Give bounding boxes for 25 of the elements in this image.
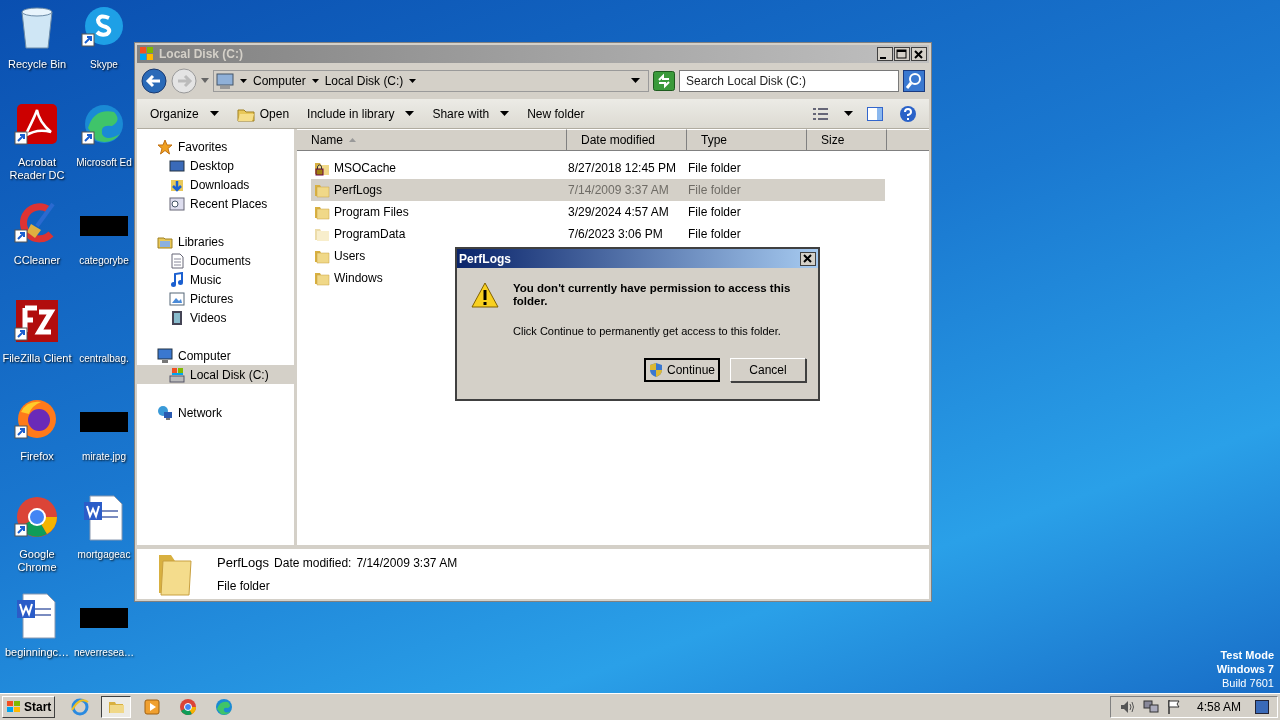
dialog-hint: Click Continue to permanently get access to this folder. [513, 324, 782, 339]
date-modified: 3/29/2024 4:57 AM [568, 204, 670, 221]
file-type: File folder [688, 182, 742, 199]
date-modified: 7/6/2023 3:06 PM [568, 226, 664, 243]
file-type: File folder [217, 577, 271, 595]
file-name: Users [334, 248, 366, 265]
file-name: MSOCache [334, 160, 397, 177]
date-modified: 7/14/2009 3:37 AM [568, 182, 670, 199]
os-notice-text: Windows 7 [1216, 662, 1274, 676]
date-modified: 8/27/2018 12:45 PM [568, 160, 678, 177]
file-name: PerfLogs [334, 182, 383, 199]
date-modified-label: Date modified: [274, 555, 352, 573]
file-name: Program Files [334, 204, 409, 221]
window-title: Local Disk (C:) [159, 46, 244, 63]
file-type: File folder [688, 226, 742, 243]
os-notice-text: Build 7601 [1222, 676, 1274, 690]
os-notice-text: Test Mode [1220, 648, 1274, 662]
file-type: File folder [688, 204, 742, 221]
file-name: ProgramData [334, 226, 406, 243]
date-modified: 7/14/2009 3:37 AM [356, 555, 458, 573]
dialog-title: PerfLogs [459, 250, 512, 268]
dialog-message: You don't currently have permission to access this folder. [513, 282, 792, 308]
file-name: Windows [334, 270, 383, 287]
folder-name: PerfLogs [217, 554, 270, 573]
file-type: File folder [688, 160, 742, 177]
